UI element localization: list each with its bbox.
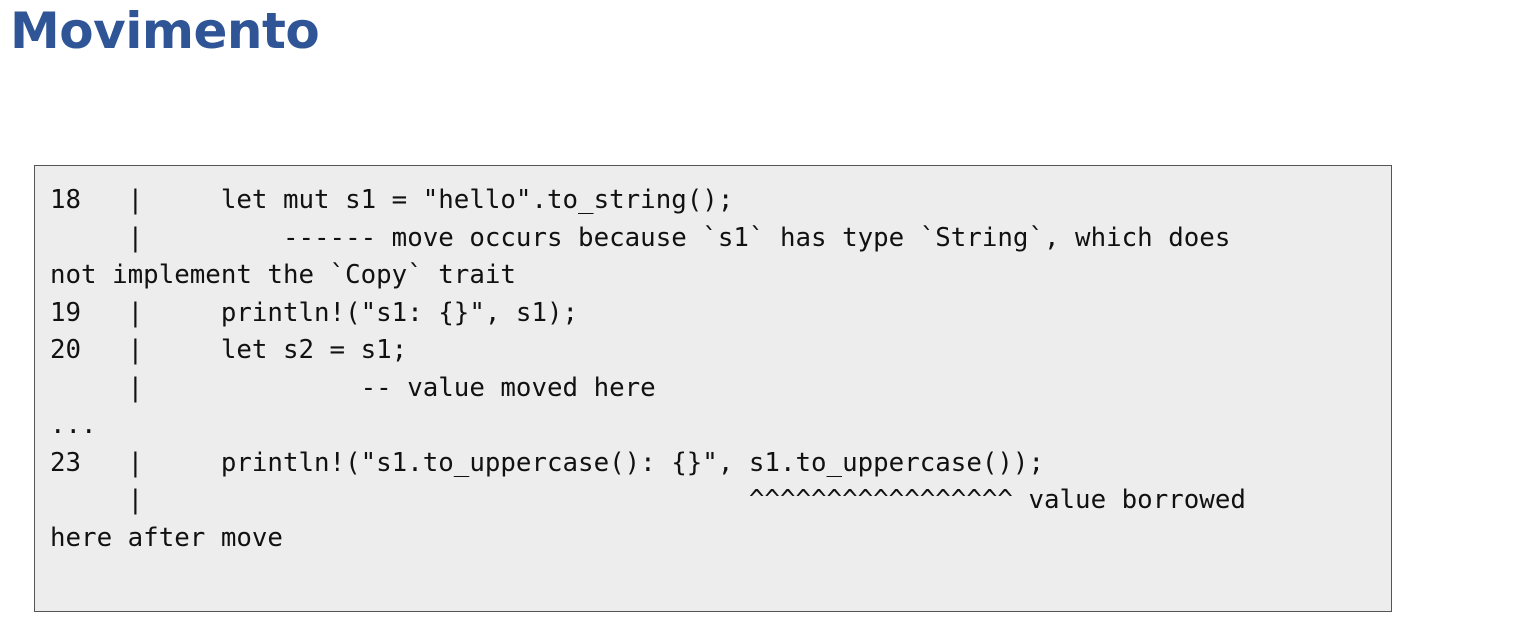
code-block: 18 | let mut s1 = "hello".to_string(); |… (34, 165, 1392, 612)
code-line-18: 18 | let mut s1 = "hello".to_string(); (50, 185, 734, 215)
code-line-23: 23 | println!("s1.to_uppercase(): {}", s… (50, 447, 1044, 478)
code-line-move-note: | ------ move occurs because `s1` has ty… (50, 222, 1231, 253)
code-line-borrow-note: | ^^^^^^^^^^^^^^^^^ value borrowed (50, 485, 1246, 515)
code-line-moved-note: | -- value moved here (50, 372, 656, 403)
code-line-borrow-note-cont: here after move (50, 522, 283, 553)
code-line-19: 19 | println!("s1: {}", s1); (50, 297, 579, 328)
compiler-error-output: 18 | let mut s1 = "hello".to_string(); |… (50, 182, 1246, 557)
code-line-ellipsis: ... (50, 410, 97, 440)
slide-title: Movimento (10, 2, 320, 60)
code-line-20: 20 | let s2 = s1; (50, 335, 408, 365)
code-line-move-note-cont: not implement the `Copy` trait (50, 260, 516, 290)
